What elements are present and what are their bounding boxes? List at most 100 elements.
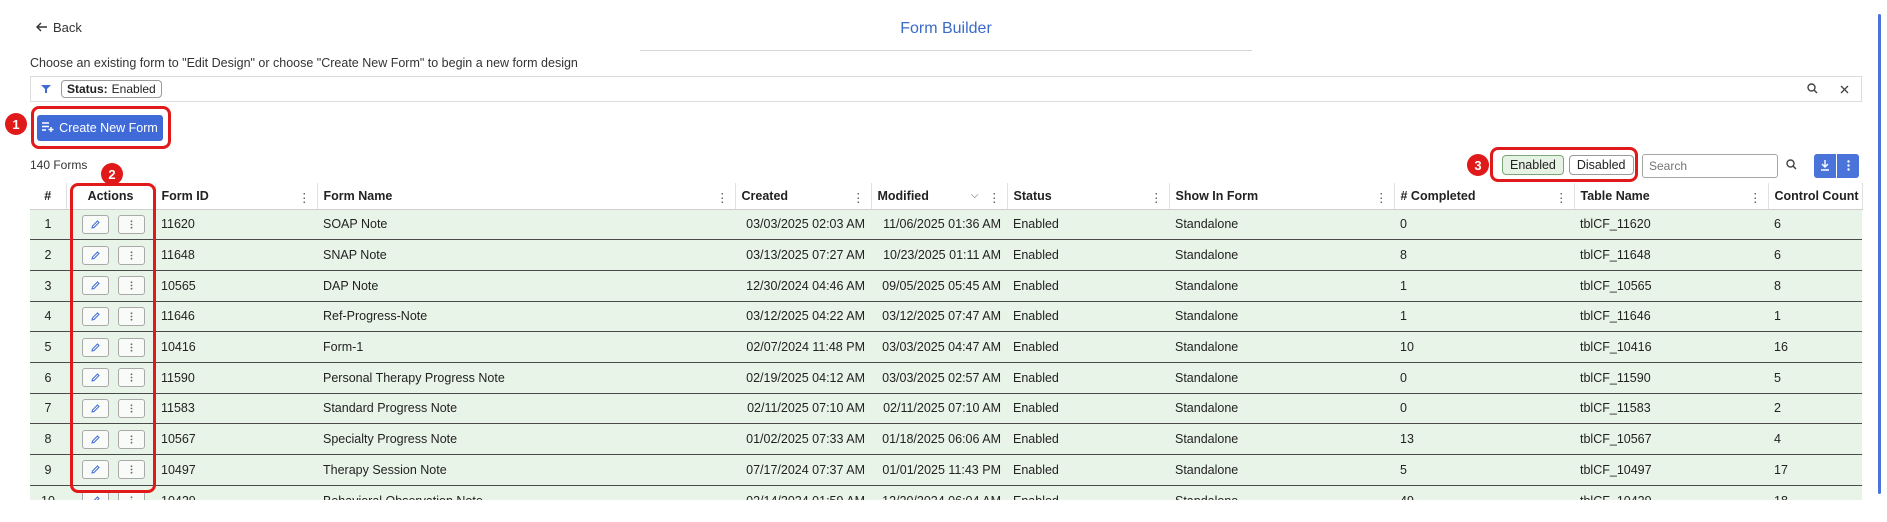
pencil-icon [91,373,100,382]
scroll-rail[interactable] [1878,14,1881,494]
edit-design-button[interactable] [82,306,109,326]
form-id-cell: 11648 [155,239,317,271]
control-count-cell: 5 [1768,362,1862,394]
actions-cell [66,393,155,425]
table-row[interactable]: 7 11583 Standard Progress Note 02/11/2025 0… [30,393,1862,425]
edit-design-button[interactable] [82,429,109,449]
edit-design-button[interactable] [82,398,109,418]
table-row[interactable]: 4 11646 Ref-Progress-Note 03/12/2025 04:22 … [30,301,1862,333]
table-row[interactable]: 5 10416 Form-1 02/07/2024 11:48 PM 03/03/202… [30,331,1862,363]
status-filter-chip[interactable]: Status: Enabled [61,80,162,98]
more-options-button[interactable] [1837,154,1859,178]
control-count-cell: 17 [1768,454,1862,486]
page-title: Form Builder [900,20,992,37]
table-name-cell: tblCF_11648 [1574,239,1768,271]
annotation-badge-1: 1 [5,113,27,135]
column-menu-icon: ⋮ [852,191,865,205]
edit-design-button[interactable] [82,245,109,265]
form-id-cell: 10497 [155,454,317,486]
form-name-cell: Ref-Progress-Note [317,301,735,333]
edit-design-button[interactable] [82,276,109,296]
row-menu-button[interactable] [118,306,145,326]
show-in-form-cell: Standalone [1169,362,1394,394]
modified-cell: 01/01/2025 11:43 PM [871,454,1007,486]
table-row[interactable]: 3 10565 DAP Note 12/30/2024 04:46 AM 09/05/2… [30,270,1862,302]
edit-design-button[interactable] [82,460,109,480]
arrow-left-icon [36,20,48,35]
actions-cell [66,454,155,486]
col-header-form-id[interactable]: Form ID ⋮ [155,183,318,210]
column-menu-icon: ⋮ [988,191,1001,205]
row-menu-button[interactable] [118,429,145,449]
completed-cell: 0 [1394,393,1574,425]
created-cell: 02/07/2024 11:48 PM [735,331,871,363]
table-row[interactable]: 1 11620 SOAP Note 03/03/2025 02:03 AM 11/06/… [30,209,1862,241]
col-header-control-count[interactable]: Control Count [1768,183,1863,210]
pencil-icon [91,312,100,321]
download-button[interactable] [1814,154,1836,178]
table-row[interactable]: 6 11590 Personal Therapy Progress Note 02/1… [30,362,1862,394]
table-name-cell: tblCF_10497 [1574,454,1768,486]
modified-cell: 10/23/2025 01:11 AM [871,239,1007,271]
kebab-icon [130,312,133,321]
completed-cell: 0 [1394,362,1574,394]
table-row[interactable]: 9 10497 Therapy Session Note 07/17/2024 07:… [30,454,1862,486]
form-id-cell: 10567 [155,423,317,455]
row-menu-button[interactable] [118,460,145,480]
toggle-enabled[interactable]: Enabled [1502,155,1564,175]
toggle-disabled[interactable]: Disabled [1568,155,1634,175]
edit-design-button[interactable] [82,368,109,388]
search-icon[interactable] [1807,82,1818,97]
search-icon[interactable] [1786,158,1797,173]
filter-bar: Status: Enabled [30,76,1862,102]
form-id-cell: 10416 [155,331,317,363]
modified-cell: 02/11/2025 07:10 AM [871,393,1007,425]
table-header-row: # Actions Form ID ⋮ Form Name ⋮ Created ⋮ M… [30,183,1863,210]
search-input[interactable] [1642,154,1778,178]
col-header-form-name[interactable]: Form Name ⋮ [317,183,736,210]
kebab-icon [130,465,133,474]
edit-design-button[interactable] [82,337,109,357]
col-header-created[interactable]: Created ⋮ [735,183,872,210]
status-cell: Enabled [1007,209,1169,241]
download-icon [1820,159,1830,174]
row-menu-button[interactable] [118,276,145,296]
column-menu-icon: ⋮ [1555,191,1568,205]
col-header-status[interactable]: Status ⋮ [1007,183,1170,210]
kebab-icon [1846,159,1850,174]
col-header-show-in-form[interactable]: Show In Form ⋮ [1169,183,1395,210]
col-header-completed[interactable]: # Completed ⋮ [1394,183,1575,210]
modified-cell: 09/05/2025 05:45 AM [871,270,1007,302]
table-name-cell: tblCF_11583 [1574,393,1768,425]
row-menu-button[interactable] [118,337,145,357]
control-count-cell: 2 [1768,393,1862,425]
show-in-form-cell: Standalone [1169,331,1394,363]
modified-cell: 03/03/2025 02:57 AM [871,362,1007,394]
control-count-cell: 4 [1768,423,1862,455]
status-cell: Enabled [1007,331,1169,363]
edit-design-button[interactable] [82,214,109,234]
row-menu-button[interactable] [118,368,145,388]
kebab-icon [130,342,133,352]
annotation-badge-2: 2 [101,163,123,185]
kebab-icon [130,404,133,413]
col-header-index[interactable]: # [30,183,67,210]
col-header-modified[interactable]: Modified ⌵ ⋮ [871,183,1008,210]
row-index-cell: 1 [30,209,66,241]
filter-icon[interactable] [31,84,61,94]
show-in-form-cell: Standalone [1169,239,1394,271]
col-header-table-name[interactable]: Table Name ⋮ [1574,183,1769,210]
table-row[interactable]: 2 11648 SNAP Note 03/13/2025 07:27 AM 10/23/… [30,239,1862,271]
kebab-icon [130,250,133,260]
close-icon[interactable] [1840,82,1849,97]
pencil-icon [91,434,100,444]
back-link[interactable]: Back [36,20,82,35]
create-new-form-button[interactable]: Create New Form [37,115,163,141]
row-menu-button[interactable] [118,245,145,265]
row-menu-button[interactable] [118,398,145,418]
pencil-icon [91,404,100,413]
row-menu-button[interactable] [118,214,145,234]
form-id-cell: 11583 [155,393,317,425]
created-cell: 03/12/2025 04:22 AM [735,301,871,333]
table-row[interactable]: 8 10567 Specialty Progress Note 01/02/2025 … [30,423,1862,455]
